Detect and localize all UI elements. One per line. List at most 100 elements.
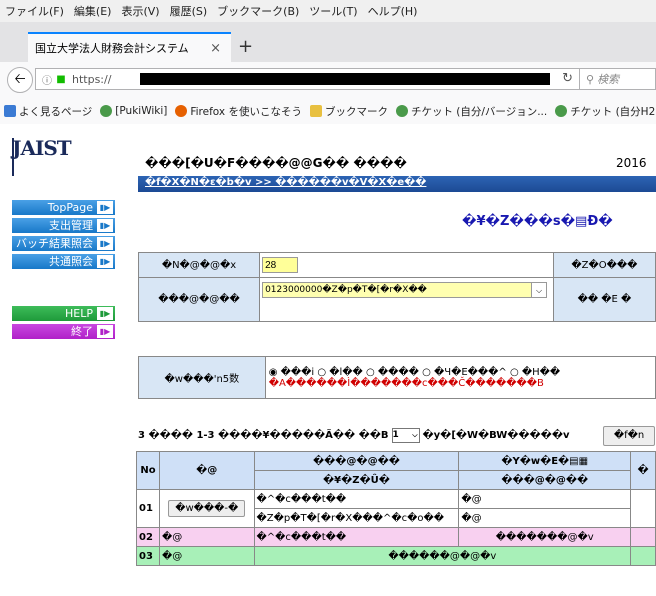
url-text: https:// bbox=[72, 72, 112, 86]
row-cell: ������@�@�v bbox=[253, 546, 632, 566]
row-cell: �@ bbox=[158, 527, 255, 547]
globe-icon bbox=[395, 105, 408, 117]
bookmark-item[interactable]: チケット (自分/バージョン... bbox=[392, 104, 551, 119]
chevron-down-icon: ⌵ bbox=[531, 283, 547, 297]
radio-option-4[interactable]: ○ �Ч�E���^ bbox=[422, 367, 507, 378]
search-form: �N�@�@�x �Z�O��� ���@�@�� 0123000000�Z�p… bbox=[137, 252, 656, 322]
sidebar-item-expenditure[interactable]: 支出管理 ▮▶ bbox=[12, 218, 115, 233]
bookmark-folder[interactable]: ブックマーク bbox=[306, 104, 392, 119]
result-table: No �@ ���@�@�� �Y�w�E�▤▦ � �¥�Z�Û� ���@�… bbox=[136, 451, 656, 566]
chevron-down-icon: ⌵ bbox=[412, 431, 418, 439]
close-icon[interactable]: × bbox=[210, 41, 231, 56]
segment-label: �Z�O��� bbox=[552, 252, 656, 278]
row-cell: �@ bbox=[458, 508, 632, 528]
logo: JAIST bbox=[12, 136, 72, 160]
sidebar-item-batch[interactable]: バッチ結果照会 ▮▶ bbox=[12, 236, 115, 251]
table-row: 03 �@ ������@�@�v bbox=[136, 546, 656, 566]
year-label: �N�@�@�x bbox=[137, 252, 261, 278]
col-header-1: �@ bbox=[158, 451, 255, 490]
breadcrumb[interactable]: �f�X�N�ε�b�v >> ������v�V�X�e�� bbox=[145, 177, 426, 188]
bookmark-item[interactable]: Firefox を使いこなそう bbox=[171, 104, 306, 119]
redacted-url bbox=[140, 73, 550, 85]
col-header-3b: ���@�@�� bbox=[458, 470, 632, 490]
col-header-4: � bbox=[630, 451, 656, 490]
back-button[interactable]: 🡠 bbox=[7, 67, 33, 93]
nav-bar: 🡠 ⓘ ■ https:// ↻ ⚲ 検索 bbox=[0, 62, 656, 99]
search-placeholder: 検索 bbox=[597, 73, 620, 86]
reload-icon[interactable]: ↻ bbox=[562, 71, 573, 86]
search-icon: ⚲ bbox=[586, 72, 595, 86]
row-cell: �^�c���t�� bbox=[253, 489, 460, 509]
page-select[interactable]: 1 ⌵ bbox=[391, 428, 420, 443]
sidebar-item-toppage[interactable]: TopPage ▮▶ bbox=[12, 200, 115, 215]
arrow-right-icon: ▮▶ bbox=[97, 325, 113, 338]
url-bar[interactable]: ⓘ ■ https:// ↻ bbox=[35, 68, 580, 90]
menu-file[interactable]: ファイル(F) bbox=[0, 3, 69, 19]
col-header-2a: ���@�@�� bbox=[253, 451, 460, 471]
row-cell: �^�c���t�� bbox=[253, 527, 460, 547]
bookmark-item[interactable]: チケット (自分H28分 bbox=[551, 104, 656, 119]
radio-option-2[interactable]: ○ �l�� bbox=[317, 367, 362, 378]
tab-title: 国立大学法人財務会計システム bbox=[35, 42, 189, 55]
search-input[interactable]: ⚲ 検索 bbox=[580, 68, 656, 90]
type-label: �w���'n5数 bbox=[138, 356, 266, 399]
tab-strip: 国立大学法人財務会計システム × + bbox=[0, 22, 656, 62]
col-header-no: No bbox=[136, 451, 160, 490]
radio-option-5[interactable]: ○ �H�� bbox=[510, 367, 560, 378]
col-header-3a: �Y�w�E�▤▦ bbox=[458, 451, 632, 471]
row-cell: �@ bbox=[458, 489, 632, 509]
menu-edit[interactable]: 編集(E) bbox=[69, 3, 117, 19]
col-header-2b: �¥�Z�Û� bbox=[253, 470, 460, 490]
arrow-right-icon: ▮▶ bbox=[97, 201, 113, 214]
globe-icon bbox=[100, 105, 113, 117]
row-cell: �@ bbox=[158, 546, 255, 566]
menu-bar: ファイル(F) 編集(E) 表示(V) 履歴(S) ブックマーク(B) ツール(… bbox=[0, 0, 656, 23]
row-number: 01 bbox=[136, 489, 160, 528]
error-message: �A������Ì�������c���Č�������B bbox=[268, 377, 544, 389]
page-content: JAIST ���[�U�F����@@G�� ���� 2016 �f�X�N… bbox=[0, 124, 656, 596]
row-action-button[interactable]: �w���-� bbox=[168, 500, 246, 517]
table-row: 02 �@ �^�c���t�� �������@�v bbox=[136, 527, 656, 547]
open-button[interactable]: �f�n bbox=[603, 426, 655, 446]
row-cell: �Z�p�T�[�r�X���^�c�o�� bbox=[253, 508, 460, 528]
new-tab-button[interactable]: + bbox=[238, 36, 253, 57]
bookmark-item[interactable]: [PukiWiki] bbox=[96, 105, 171, 117]
department-label: ���@�@�� bbox=[137, 277, 261, 322]
fiscal-year: 2016 bbox=[616, 156, 647, 170]
menu-history[interactable]: 履歴(S) bbox=[165, 3, 213, 19]
type-radio-group: �w���'n5数 ◉ ���i ○ �l�� ○ ���� ○ �Ч�E���… bbox=[138, 356, 656, 399]
menu-bookmarks[interactable]: ブックマーク(B) bbox=[212, 3, 304, 19]
menu-help[interactable]: ヘルプ(H) bbox=[363, 3, 423, 19]
sidebar-item-common[interactable]: 共通照会 ▮▶ bbox=[12, 254, 115, 269]
row-cell: �������@�v bbox=[458, 527, 632, 547]
info-icon[interactable]: ⓘ bbox=[40, 72, 54, 87]
arrow-right-icon: ▮▶ bbox=[97, 255, 113, 268]
firefox-icon bbox=[175, 105, 188, 117]
radio-option-1[interactable]: ◉ ���i bbox=[269, 367, 314, 378]
lock-icon[interactable]: ■ bbox=[54, 74, 68, 85]
department-select[interactable]: 0123000000�Z�p�T�[�r�X�� ⌵ bbox=[262, 282, 548, 298]
arrow-right-icon: ▮▶ bbox=[97, 219, 113, 232]
browser-tab[interactable]: 国立大学法人財務会計システム × bbox=[28, 32, 231, 62]
bookmark-item[interactable]: よく見るページ bbox=[0, 104, 96, 119]
position-label: �� �E � bbox=[552, 277, 656, 322]
folder-icon bbox=[309, 105, 322, 117]
bookmark-favicon-icon bbox=[4, 105, 16, 117]
table-row: 01 �w���-� �^�c���t�� �@ bbox=[136, 489, 656, 528]
radio-option-3[interactable]: ○ ���� bbox=[366, 367, 419, 378]
arrow-left-icon: 🡠 bbox=[14, 71, 26, 87]
arrow-right-icon: ▮▶ bbox=[97, 237, 113, 250]
sidebar-item-exit[interactable]: 終了 ▮▶ bbox=[12, 324, 115, 339]
arrow-right-icon: ▮▶ bbox=[97, 307, 113, 320]
menu-view[interactable]: 表示(V) bbox=[116, 3, 164, 19]
section-heading: �¥�Z���s�▤Ð� bbox=[462, 214, 613, 229]
page-title: ���[�U�F����@@G�� ���� bbox=[145, 156, 407, 170]
row-number: 02 bbox=[136, 527, 160, 547]
bookmarks-bar: よく見るページ [PukiWiki] Firefox を使いこなそう ブックマー… bbox=[0, 98, 656, 125]
globe-icon bbox=[555, 105, 568, 117]
year-input[interactable] bbox=[262, 257, 299, 273]
menu-tools[interactable]: ツール(T) bbox=[304, 3, 362, 19]
result-count: 3 ���� 1-3 ����¥�����Ã�� ��B 1 ⌵ �y�[�W�B… bbox=[138, 428, 570, 443]
row-number: 03 bbox=[136, 546, 160, 566]
sidebar-item-help[interactable]: HELP ▮▶ bbox=[12, 306, 115, 321]
